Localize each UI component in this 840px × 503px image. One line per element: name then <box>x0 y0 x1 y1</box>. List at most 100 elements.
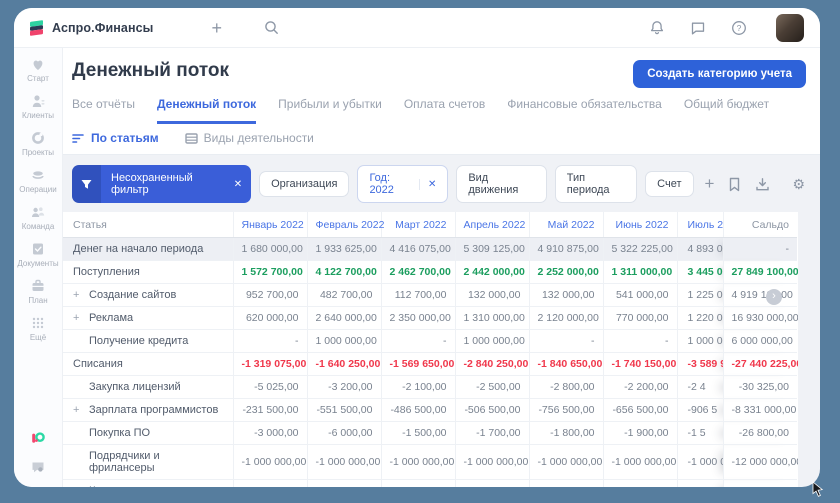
row-label: +Зарплата программистов <box>63 399 233 422</box>
cell: -1 569 650,00 <box>381 353 455 376</box>
cell: - <box>233 330 307 353</box>
cell: -1 000 000,00 <box>233 445 307 480</box>
app-logo-icon <box>30 20 45 35</box>
cell: -2 500,00 <box>455 376 529 399</box>
column-header-month[interactable]: Июль 20 <box>677 212 723 238</box>
filter-chip[interactable]: Год: 2022✕ <box>357 165 448 203</box>
saldo-cell: 27 849 100,00 <box>723 261 797 284</box>
filter-chip[interactable]: Вид движения <box>456 165 546 203</box>
partner-logo-icon[interactable] <box>30 430 46 446</box>
cell: -25 000,00 <box>455 480 529 488</box>
sidebar-item-plan[interactable]: План <box>14 279 62 305</box>
cell: -2 800,00 <box>529 376 603 399</box>
column-header-month[interactable]: Январь 2022 <box>233 212 307 238</box>
sidebar-item-projects[interactable]: Проекты <box>14 131 62 157</box>
tab-1[interactable]: Денежный поток <box>157 97 256 124</box>
plus-icon[interactable]: + <box>211 19 222 37</box>
sidebar-item-team[interactable]: Команда <box>14 205 62 231</box>
row-label: +Создание сайтов <box>63 284 233 307</box>
column-header-month[interactable]: Март 2022 <box>381 212 455 238</box>
cell: -1 319 075,00 <box>233 353 307 376</box>
bookmark-icon[interactable] <box>725 177 744 192</box>
column-header-month[interactable]: Февраль 2022 <box>307 212 381 238</box>
cell: 2 442 000,00 <box>455 261 529 284</box>
cell: -1 700,00 <box>455 422 529 445</box>
add-filter-icon[interactable]: + <box>702 174 718 194</box>
cell: -1 640 250,00 <box>307 353 381 376</box>
page-header: Денежный поток Создать категорию учета В… <box>63 48 820 124</box>
cell: 2 252 000,00 <box>529 261 603 284</box>
sidebar-item-clients[interactable]: Клиенты <box>14 94 62 120</box>
help-icon[interactable]: ? <box>731 20 747 36</box>
filter-chip[interactable]: Организация <box>259 171 349 197</box>
row-label: +Реклама <box>63 307 233 330</box>
cell: 4 910 875,00 <box>529 238 603 261</box>
expand-plus-icon[interactable]: + <box>73 289 89 301</box>
chat-icon[interactable] <box>690 20 706 36</box>
cell: -25 000,00 <box>603 480 677 488</box>
table-row: +Реклама620 000,002 640 000,002 350 000,… <box>63 307 797 330</box>
cell: -486 500,00 <box>381 399 455 422</box>
table-row: Поступления1 572 700,004 122 700,002 462… <box>63 261 797 284</box>
expand-plus-icon[interactable]: + <box>73 404 89 416</box>
sidebar-item-operations[interactable]: Операции <box>14 168 62 194</box>
cell: -3 589 9 <box>677 353 723 376</box>
settings-gear-icon[interactable]: ⚙ <box>789 176 808 193</box>
cell: 2 120 000,00 <box>529 307 603 330</box>
column-header-month[interactable]: Май 2022 <box>529 212 603 238</box>
sidebar-item-more[interactable]: Ещё <box>14 316 62 342</box>
table-row: +Создание сайтов952 700,00482 700,00112 … <box>63 284 797 307</box>
app-name: Аспро.Финансы <box>52 21 153 35</box>
filter-chip[interactable]: Счет <box>645 171 693 197</box>
briefcase-icon <box>30 279 46 293</box>
column-header-month[interactable]: Июнь 2022 <box>603 212 677 238</box>
unsaved-filter-chip[interactable]: Несохраненный фильтр✕ <box>72 165 251 203</box>
close-icon[interactable]: ✕ <box>419 179 436 190</box>
coins-icon <box>30 168 46 182</box>
close-icon[interactable]: ✕ <box>234 179 242 190</box>
sidebar-item-start[interactable]: Старт <box>14 57 62 83</box>
view-subtabs: По статьям Виды деятельности <box>63 124 820 155</box>
download-icon[interactable] <box>752 177 773 192</box>
cell: -551 500,00 <box>307 399 381 422</box>
cell: 770 000,00 <box>603 307 677 330</box>
support-chat-icon[interactable] <box>30 460 46 475</box>
cell: -2 840 250,00 <box>455 353 529 376</box>
cell: -1 5 <box>677 422 723 445</box>
app-logo[interactable]: Аспро.Финансы <box>30 20 153 35</box>
sidebar: Старт Клиенты Проекты Операции Команда Д… <box>14 48 63 487</box>
saldo-cell: -300 000,00 <box>723 480 797 488</box>
people-icon <box>30 205 46 219</box>
subtab-По статьям[interactable]: По статьям <box>72 131 159 145</box>
scroll-right-icon[interactable]: › <box>766 289 782 305</box>
tab-5[interactable]: Общий бюджет <box>684 97 769 124</box>
create-category-button[interactable]: Создать категорию учета <box>633 60 806 88</box>
expand-plus-icon[interactable]: + <box>73 312 89 324</box>
person-icon <box>30 94 46 108</box>
tab-3[interactable]: Оплата счетов <box>404 97 485 124</box>
bell-icon[interactable] <box>649 20 665 36</box>
tab-0[interactable]: Все отчёты <box>72 97 135 124</box>
row-label: Списания <box>63 353 233 376</box>
subtab-Виды деятельности[interactable]: Виды деятельности <box>185 131 314 145</box>
saldo-cell: 16 930 000,00 <box>723 307 797 330</box>
column-header-month[interactable]: Апрель 2022 <box>455 212 529 238</box>
table-row: Получение кредита-1 000 000,00-1 000 000… <box>63 330 797 353</box>
cell: 620 000,00 <box>233 307 307 330</box>
row-label: Подрядчики и фрилансеры <box>63 445 233 480</box>
cell: -1 840 650,00 <box>529 353 603 376</box>
cell: -1 800,00 <box>529 422 603 445</box>
filter-chip[interactable]: Тип периода <box>555 165 637 203</box>
cashflow-table: СтатьяЯнварь 2022Февраль 2022Март 2022Ап… <box>63 212 798 487</box>
row-label: Поступления <box>63 261 233 284</box>
sidebar-item-documents[interactable]: Документы <box>14 242 62 268</box>
column-header-article: Статья <box>63 212 233 238</box>
tab-4[interactable]: Финансовые обязательства <box>507 97 662 124</box>
doc-check-icon <box>30 242 46 256</box>
user-avatar[interactable] <box>776 14 804 42</box>
saldo-cell: - <box>723 238 797 261</box>
search-icon[interactable] <box>264 20 279 35</box>
cell: 132 000,00 <box>529 284 603 307</box>
grid-dots-icon <box>31 316 45 330</box>
tab-2[interactable]: Прибыли и убытки <box>278 97 382 124</box>
